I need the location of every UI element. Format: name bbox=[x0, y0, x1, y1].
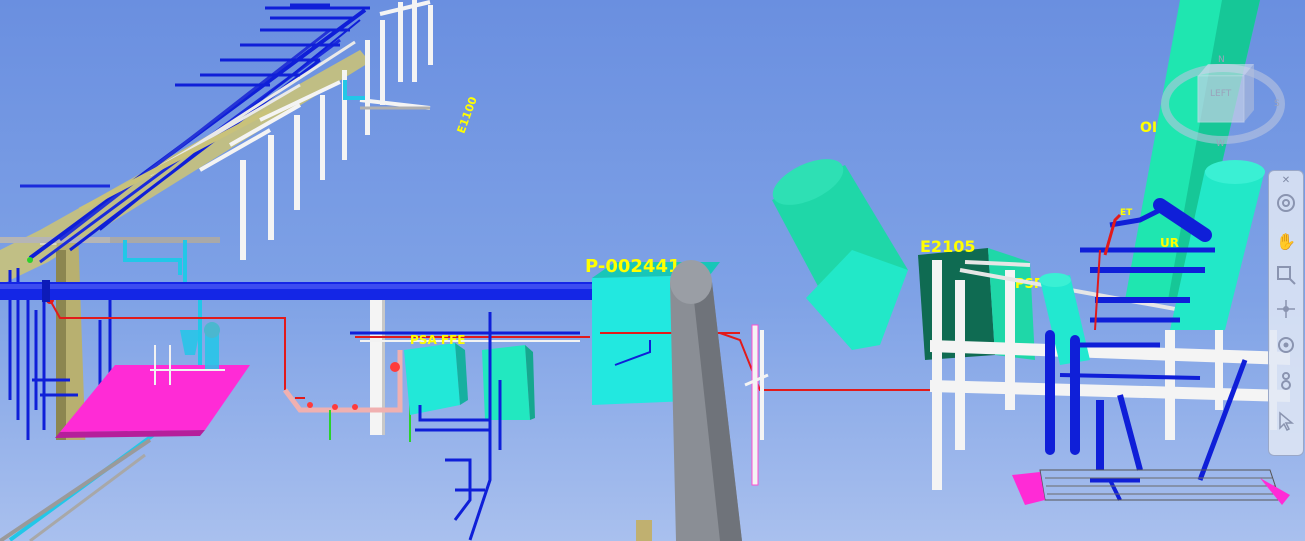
steering-wheel-icon[interactable] bbox=[1272, 189, 1300, 217]
pan-icon[interactable]: ✋ bbox=[1272, 227, 1300, 255]
compass-w: W bbox=[1216, 139, 1225, 149]
red-transfer-line bbox=[719, 324, 945, 486]
label-e2105: E2105 bbox=[920, 237, 975, 256]
horizontal-vessel bbox=[772, 159, 908, 350]
zoom-icon[interactable] bbox=[1272, 261, 1300, 289]
main-header-pipe bbox=[0, 280, 611, 302]
viewcube[interactable]: LEFT N S W bbox=[1158, 44, 1288, 152]
label-oi: OI bbox=[1140, 120, 1157, 136]
navigation-bar: ✕ ✋ bbox=[1268, 170, 1304, 456]
viewcube-face-label: LEFT bbox=[1210, 89, 1232, 99]
3d-viewport[interactable]: PSA FFE P-002441 E2105 OI UR E1100 ET LE… bbox=[0, 0, 1305, 541]
select-icon[interactable] bbox=[1272, 407, 1300, 435]
label-psa: PSA FFE bbox=[410, 333, 466, 347]
gray-column bbox=[670, 260, 742, 541]
pump-area: PSA FFE bbox=[283, 300, 590, 541]
walk-icon[interactable] bbox=[1272, 367, 1300, 395]
viewcube-graphic: LEFT N S W bbox=[1161, 55, 1285, 149]
orbit-icon[interactable] bbox=[1272, 295, 1300, 323]
look-icon[interactable] bbox=[1272, 331, 1300, 359]
plant-model-scene: PSA FFE P-002441 E2105 OI UR E1100 ET bbox=[0, 0, 1290, 541]
pipe-rack-left bbox=[0, 0, 433, 541]
label-et: ET bbox=[1120, 208, 1133, 218]
label-e1100: E1100 bbox=[455, 95, 480, 136]
compass-s: S bbox=[1274, 99, 1280, 109]
close-icon[interactable]: ✕ bbox=[1272, 173, 1300, 187]
label-p002441: P-002441 bbox=[585, 256, 681, 277]
compass-n: N bbox=[1218, 55, 1225, 65]
